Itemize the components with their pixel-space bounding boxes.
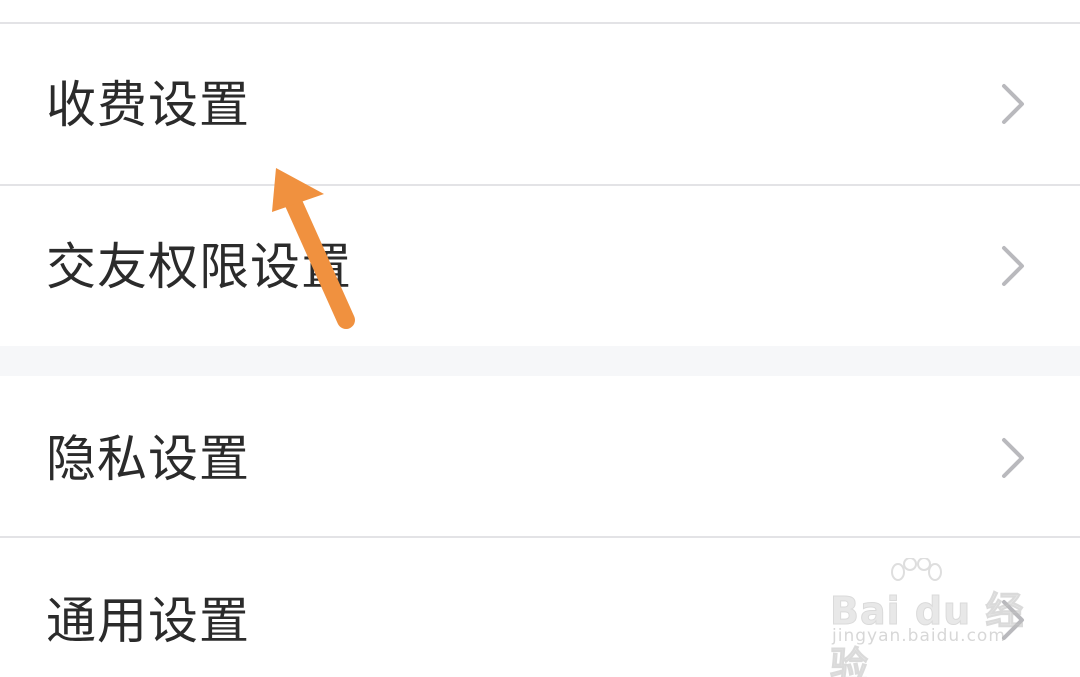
- settings-page: 收费设置 交友权限设置 隐私设置 通用设置 Bai du 经验 jingyan.…: [0, 0, 1080, 677]
- annotation-arrow-icon: [272, 168, 355, 329]
- settings-item-label: 收费设置: [46, 76, 250, 134]
- chevron-right-icon: [1002, 438, 1024, 478]
- watermark-url: jingyan.baidu.com: [832, 626, 1006, 646]
- settings-item-label: 通用设置: [46, 592, 250, 650]
- chevron-right-icon: [1002, 246, 1024, 286]
- section-gap: [0, 346, 1080, 376]
- settings-item-privacy[interactable]: 隐私设置: [0, 376, 1080, 536]
- settings-item-friend-permissions[interactable]: 交友权限设置: [0, 186, 1080, 346]
- settings-item-fee[interactable]: 收费设置: [0, 24, 1080, 184]
- settings-item-label: 隐私设置: [46, 430, 250, 488]
- chevron-right-icon: [1002, 84, 1024, 124]
- watermark: Bai du 经验 jingyan.baidu.com: [826, 558, 1026, 677]
